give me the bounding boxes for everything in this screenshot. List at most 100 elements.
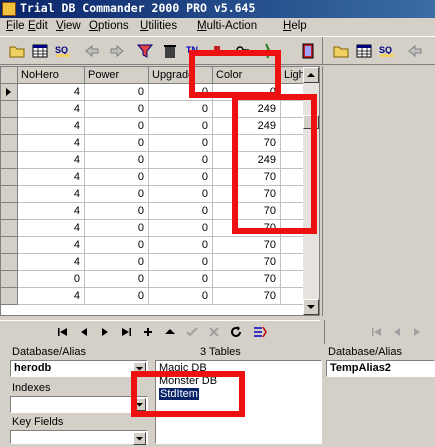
post-edit-icon[interactable] [184,325,200,339]
first-record-icon[interactable] [55,325,71,339]
sql-icon[interactable]: SQ [54,42,72,60]
key-fields-combo[interactable] [10,430,148,445]
column-header-nohero[interactable]: NoHero [18,67,85,84]
scroll-down-button[interactable] [303,299,319,315]
cancel-edit-icon[interactable] [206,325,222,339]
menu-multi-action[interactable]: Multi-Action [197,20,257,32]
exit-door-icon[interactable] [299,42,317,60]
grid-cell[interactable]: 4 [18,203,85,220]
grid-cell[interactable]: 0 [149,118,213,135]
grid-cell[interactable]: 0 [149,271,213,288]
grid-cell[interactable]: 0 [149,152,213,169]
grid-cell[interactable]: 4 [18,220,85,237]
next-record-icon[interactable] [97,325,113,339]
row-indicator[interactable] [1,186,18,203]
grid-cell[interactable]: 4 [18,135,85,152]
grid-cell[interactable]: 0 [85,186,149,203]
prior-record-icon[interactable] [76,325,92,339]
grid-cell[interactable]: 4 [18,101,85,118]
grid-cell[interactable]: 0 [85,220,149,237]
row-indicator[interactable] [1,254,18,271]
back-arrow-icon[interactable] [83,42,101,60]
row-indicator[interactable] [1,220,18,237]
row-indicator[interactable] [1,203,18,220]
grid-cell[interactable]: 0 [149,288,213,305]
open-folder-icon[interactable] [8,42,26,60]
grid-cell[interactable]: 0 [149,186,213,203]
grid-cell[interactable]: 0 [149,169,213,186]
grid-cell[interactable]: 0 [85,254,149,271]
row-indicator[interactable] [1,288,18,305]
refresh-icon[interactable] [228,325,244,339]
grid-cell[interactable]: 0 [149,220,213,237]
grid-cell[interactable]: 4 [18,254,85,271]
prior-record-icon[interactable] [389,325,405,339]
grid-cell[interactable]: 0 [85,203,149,220]
filter-records-icon[interactable] [252,325,268,339]
row-indicator[interactable] [1,84,18,101]
menu-options[interactable]: Options [89,20,129,32]
grid-cell[interactable]: 4 [18,118,85,135]
filter-icon[interactable] [136,42,154,60]
row-indicator[interactable] [1,271,18,288]
grid-cell[interactable]: 4 [18,288,85,305]
grid-cell[interactable]: 4 [18,84,85,101]
trash-icon[interactable] [161,42,179,60]
row-indicator[interactable] [1,152,18,169]
grid-cell[interactable] [281,254,304,271]
grid-cell[interactable]: 0 [149,237,213,254]
scroll-up-button[interactable] [303,67,319,83]
grid-cell[interactable]: 0 [149,254,213,271]
grid-cell[interactable] [281,288,304,305]
grid-cell[interactable]: 0 [85,152,149,169]
last-record-icon[interactable] [118,325,134,339]
grid-cell[interactable]: 0 [85,169,149,186]
grid-cell[interactable]: 0 [149,101,213,118]
menu-file[interactable]: File [6,20,25,32]
column-header-light[interactable]: Ligh [281,67,304,84]
grid-cell[interactable]: 0 [149,203,213,220]
grid-cell[interactable]: 4 [18,237,85,254]
back-arrow-icon[interactable] [406,42,424,60]
menu-edit[interactable]: Edit [28,20,48,32]
grid-cell[interactable]: 0 [85,135,149,152]
grid-cell[interactable]: 0 [85,237,149,254]
forward-arrow-icon[interactable] [108,42,126,60]
grid-cell[interactable]: 70 [213,288,281,305]
column-header-power[interactable]: Power [85,67,149,84]
row-indicator[interactable] [1,118,18,135]
grid-cell[interactable]: 0 [85,84,149,101]
grid-cell[interactable]: 0 [18,271,85,288]
open-folder-icon[interactable] [332,42,350,60]
grid-cell[interactable]: 0 [85,271,149,288]
grid-cell[interactable]: 4 [18,186,85,203]
grid-cell[interactable]: 4 [18,152,85,169]
row-indicator[interactable] [1,135,18,152]
grid-cell[interactable]: 70 [213,237,281,254]
indexes-combo[interactable] [10,396,148,413]
grid-cell[interactable] [281,237,304,254]
table-icon[interactable] [31,42,49,60]
menu-utilities[interactable]: Utilities [140,20,177,32]
menu-help[interactable]: Help [283,20,307,32]
menu-view[interactable]: View [56,20,81,32]
row-indicator[interactable] [1,237,18,254]
grid-cell[interactable]: 4 [18,169,85,186]
next-record-icon[interactable] [409,325,425,339]
row-indicator[interactable] [1,169,18,186]
grid-cell[interactable]: 0 [85,288,149,305]
sql-icon[interactable]: SQ [378,42,396,60]
grid-cell[interactable]: 0 [149,135,213,152]
table-icon[interactable] [355,42,373,60]
grid-cell[interactable]: 0 [85,118,149,135]
first-record-icon[interactable] [369,325,385,339]
chevron-down-icon[interactable] [133,432,146,445]
grid-cell[interactable]: 70 [213,254,281,271]
row-indicator[interactable] [1,101,18,118]
insert-record-icon[interactable] [140,325,156,339]
right-database-alias-combo[interactable]: TempAlias2 [326,360,435,377]
grid-cell[interactable] [281,271,304,288]
delete-record-icon[interactable] [162,325,178,339]
grid-cell[interactable]: 70 [213,271,281,288]
grid-cell[interactable]: 0 [85,101,149,118]
